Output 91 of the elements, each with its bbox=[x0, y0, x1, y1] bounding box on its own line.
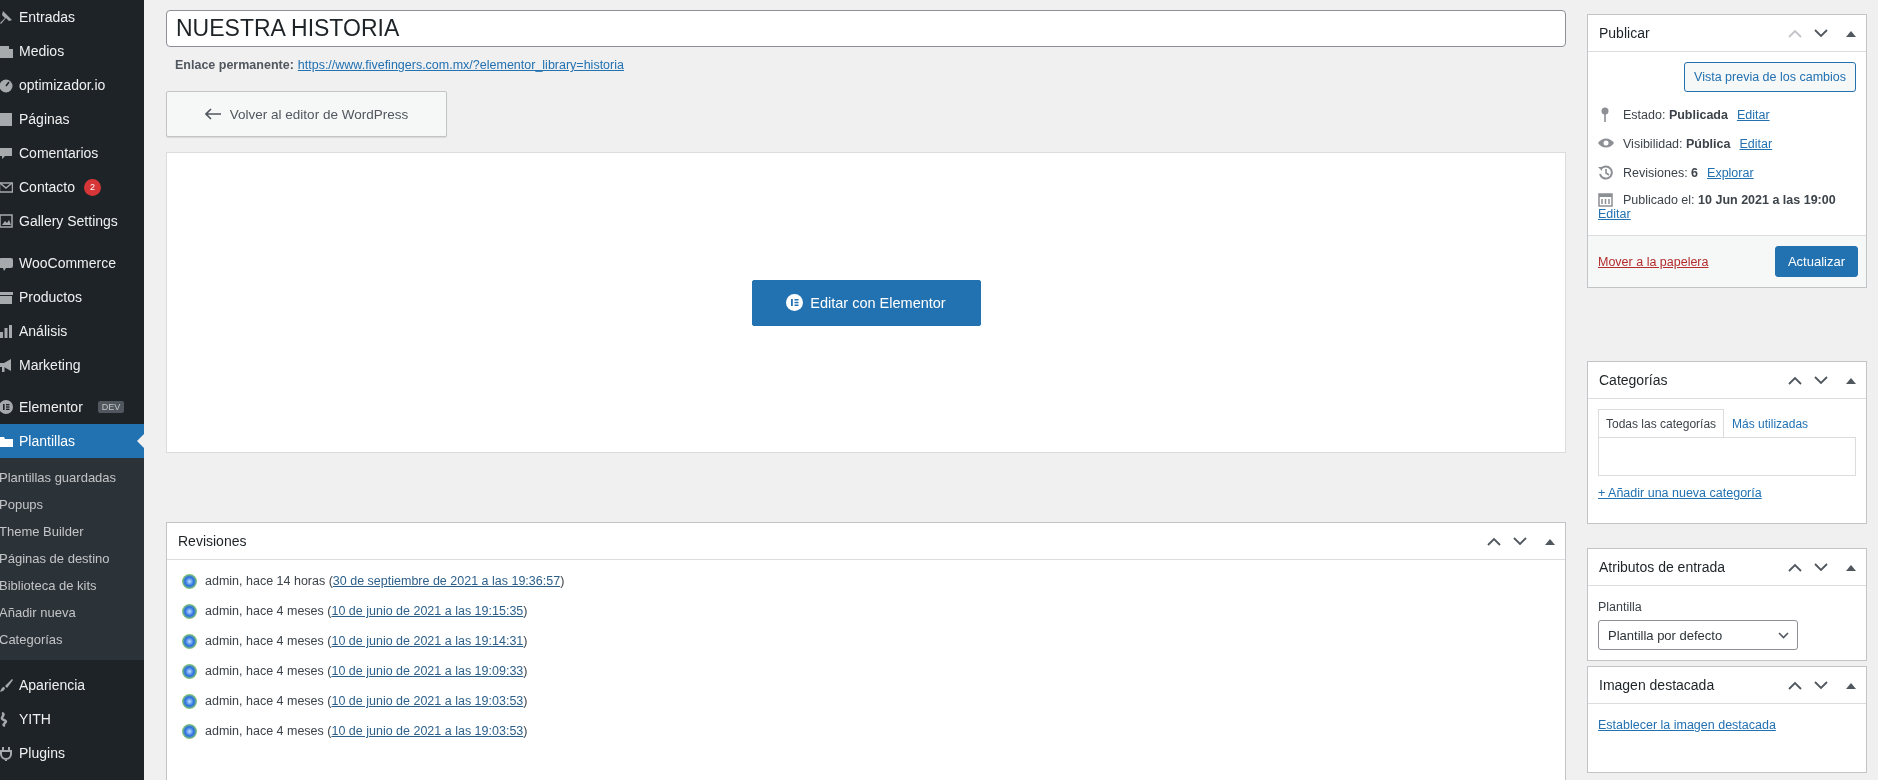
sidebar-menu-item[interactable]: Entradas bbox=[0, 0, 144, 34]
edit-link[interactable]: Editar bbox=[1598, 207, 1631, 221]
speech-bubble-icon bbox=[0, 145, 13, 161]
publish-meta-text: Visibilidad: Pública bbox=[1623, 136, 1731, 151]
submenu-item[interactable]: Plantillas guardadas bbox=[0, 464, 144, 491]
sidebar-menu-item[interactable]: Productos bbox=[0, 280, 144, 314]
set-featured-image-link[interactable]: Establecer la imagen destacada bbox=[1588, 704, 1866, 772]
chevron-up-icon[interactable] bbox=[1788, 680, 1802, 690]
permalink-link[interactable]: https://www.fivefingers.com.mx/?elementor_library=historia bbox=[297, 58, 624, 76]
avatar-icon bbox=[182, 573, 197, 589]
submenu-item[interactable]: Theme Builder bbox=[0, 518, 144, 545]
sidebar-menu-item[interactable]: Marketing bbox=[0, 348, 144, 382]
title-field[interactable]: NUESTRA HISTORIA bbox=[166, 10, 1566, 47]
sidebar-menu-item[interactable]: Análisis bbox=[0, 314, 144, 348]
dev-tag: DEV bbox=[97, 401, 125, 413]
history-icon bbox=[1598, 165, 1614, 180]
avatar-icon bbox=[182, 723, 197, 739]
sidebar-menu-item[interactable]: Plugins bbox=[0, 736, 144, 770]
triangle-up-icon[interactable] bbox=[1846, 376, 1856, 384]
plug-icon bbox=[0, 745, 13, 761]
permalink-label: Enlace permanente: bbox=[175, 58, 294, 74]
category-tab[interactable]: Todas las categorías bbox=[1598, 409, 1725, 437]
triangle-up-icon[interactable] bbox=[1846, 563, 1856, 571]
chevron-down-icon[interactable] bbox=[1814, 680, 1828, 690]
sidebar-menu-item[interactable]: Medios bbox=[0, 34, 144, 68]
publish-meta-text: Estado: Publicada bbox=[1623, 107, 1728, 122]
avatar-icon bbox=[182, 603, 197, 619]
template-label: Plantilla bbox=[1598, 600, 1643, 614]
edit-link[interactable]: Editar bbox=[1736, 107, 1770, 122]
avatar-icon bbox=[182, 633, 197, 649]
bar-chart-icon bbox=[0, 323, 13, 339]
revision-entry: admin, hace 4 meses (10 de junio de 2021 a las 19:03:53) bbox=[205, 694, 528, 708]
image-icon bbox=[0, 213, 13, 229]
chevron-down-icon[interactable] bbox=[1814, 562, 1828, 572]
category-tab[interactable]: Más utilizadas bbox=[1724, 409, 1817, 437]
calendar-icon bbox=[1598, 192, 1614, 207]
sidebar-menu-item[interactable]: Elementor DEV bbox=[0, 390, 144, 424]
submenu-item[interactable]: Categorías bbox=[0, 626, 144, 653]
chevron-down-icon bbox=[1778, 631, 1789, 639]
envelope-icon bbox=[0, 179, 13, 195]
chevron-up-icon[interactable] bbox=[1788, 562, 1802, 572]
add-category-link[interactable]: + Añadir una nueva categoría bbox=[1588, 476, 1866, 523]
update-button[interactable]: Actualizar bbox=[1774, 246, 1858, 277]
pin-icon bbox=[0, 9, 13, 25]
sidebar-menu-item[interactable]: Comentarios bbox=[0, 136, 144, 170]
revision-entry: admin, hace 4 meses (10 de junio de 2021 a las 19:03:53) bbox=[205, 724, 528, 738]
avatar-icon bbox=[182, 663, 197, 679]
preview-changes-button[interactable]: Vista previa de los cambios bbox=[1684, 62, 1856, 92]
sidebar-menu-item[interactable]: Contacto 2 bbox=[0, 170, 144, 204]
e-circle-icon bbox=[786, 294, 804, 311]
revision-entry: admin, hace 4 meses (10 de junio de 2021 a las 19:09:33) bbox=[205, 664, 528, 678]
publish-meta-text: Revisiones: 6 bbox=[1623, 165, 1699, 180]
chevron-down-icon[interactable] bbox=[1814, 375, 1828, 385]
edit-link[interactable]: Explorar bbox=[1707, 165, 1754, 180]
edit-link[interactable]: Editar bbox=[1739, 136, 1773, 151]
sidebar-menu-item[interactable]: optimizador.io bbox=[0, 68, 144, 102]
sidebar-menu-item[interactable]: YITH bbox=[0, 702, 144, 736]
sidebar-menu-item[interactable]: Plantillas bbox=[0, 424, 144, 458]
megaphone-icon bbox=[0, 357, 13, 373]
move-to-trash-link[interactable]: Mover a la papelera bbox=[1598, 254, 1709, 269]
avatar-icon bbox=[182, 693, 197, 709]
notification-badge: 2 bbox=[84, 178, 102, 196]
revision-entry: admin, hace 4 meses (10 de junio de 2021 a las 19:14:31) bbox=[205, 634, 528, 648]
panel-title: Revisiones bbox=[178, 533, 247, 549]
panel-title: Atributos de entrada bbox=[1599, 559, 1726, 575]
triangle-up-icon[interactable] bbox=[1545, 537, 1555, 545]
submenu-item[interactable]: Páginas de destino bbox=[0, 545, 144, 572]
sidebar-menu-item[interactable]: WooCommerce bbox=[0, 246, 144, 280]
revision-date-link[interactable]: 30 de septiembre de 2021 a las 19:36:57 bbox=[332, 574, 561, 588]
revision-entry: admin, hace 14 horas (30 de septiembre de 2021 a las 19:36:57) bbox=[205, 574, 565, 588]
panel-title: Imagen destacada bbox=[1599, 677, 1715, 693]
chevron-down-icon[interactable] bbox=[1513, 536, 1527, 546]
sidebar-menu-item[interactable]: Páginas bbox=[0, 102, 144, 136]
submenu-item[interactable]: Biblioteca de kits bbox=[0, 572, 144, 599]
publish-meta-text: Publicado el: 10 Jun 2021 a las 19:00 bbox=[1623, 192, 1836, 207]
sidebar-menu-item[interactable]: Gallery Settings bbox=[0, 204, 144, 238]
left-arrow-icon bbox=[204, 108, 221, 120]
panel-title: Publicar bbox=[1599, 25, 1650, 41]
triangle-up-icon[interactable] bbox=[1846, 681, 1856, 689]
revision-entry: admin, hace 4 meses (10 de junio de 2021 a las 19:15:35) bbox=[205, 604, 528, 618]
box-icon bbox=[0, 289, 13, 305]
chevron-up-icon[interactable] bbox=[1487, 536, 1501, 546]
edit-with-elementor-button[interactable]: Editar con Elementor bbox=[751, 279, 981, 326]
template-select[interactable]: Plantilla por defecto bbox=[1598, 620, 1798, 650]
sidebar-menu-item[interactable]: Apariencia bbox=[0, 668, 144, 702]
submenu-item[interactable]: Popups bbox=[0, 491, 144, 518]
panel-title: Categorías bbox=[1599, 372, 1668, 388]
brush-icon bbox=[0, 677, 13, 693]
page-icon bbox=[0, 111, 13, 127]
chevron-up-icon[interactable] bbox=[1788, 375, 1802, 385]
back-to-editor-button[interactable]: Volver al editor de WordPress bbox=[166, 91, 447, 137]
